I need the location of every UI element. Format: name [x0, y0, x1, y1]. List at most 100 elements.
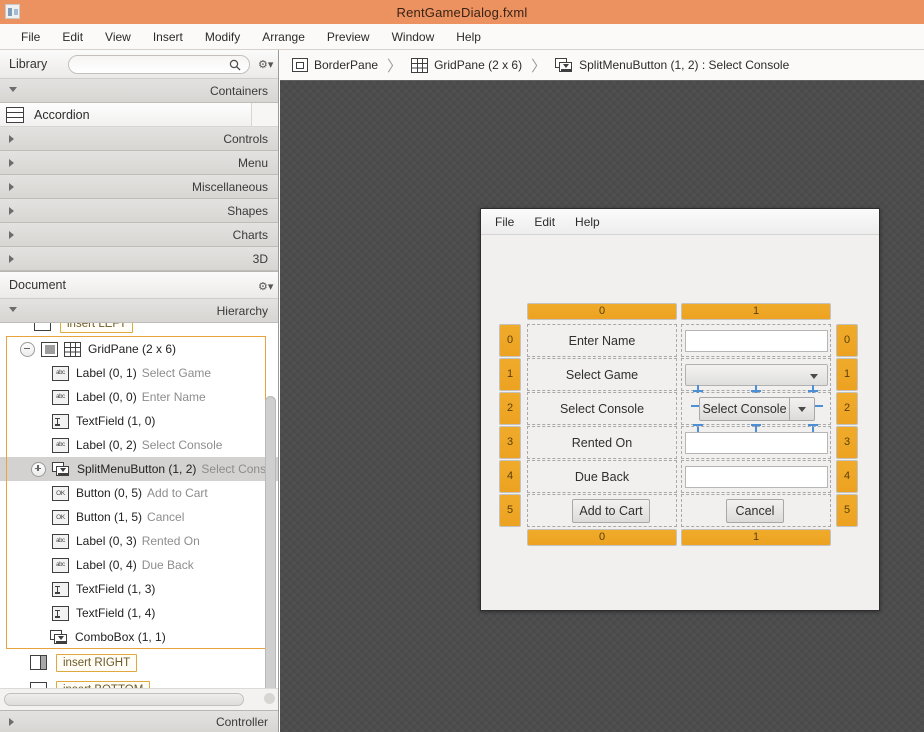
tree-item-button-1-5[interactable]: OK Button (1, 5) Cancel: [0, 505, 278, 529]
tree-item-combobox-1-1[interactable]: ComboBox (1, 1): [0, 625, 278, 649]
chevron-down-icon: [9, 87, 17, 92]
row-header-right-4[interactable]: 4: [836, 460, 858, 493]
menu-help[interactable]: Help: [445, 28, 492, 46]
library-section-controls[interactable]: Controls: [0, 127, 278, 151]
library-section-label: 3D: [252, 251, 268, 266]
chevron-right-icon: [9, 255, 14, 263]
tree-item-splitmenubutton-1-2[interactable]: SplitMenuButton (1, 2) Select Conso: [0, 457, 278, 481]
row-header-right-2[interactable]: 2: [836, 392, 858, 425]
row-header-left-0[interactable]: 0: [499, 324, 521, 357]
menu-insert[interactable]: Insert: [142, 28, 194, 46]
library-item-accordion[interactable]: Accordion: [0, 103, 278, 127]
selection-handle[interactable]: [697, 385, 699, 393]
library-gear-icon[interactable]: ⚙▾: [258, 58, 273, 71]
tree-item-gridpane[interactable]: GridPane (2 x 6): [0, 337, 278, 361]
library-section-menu[interactable]: Menu: [0, 151, 278, 175]
combobox-select-game[interactable]: [684, 363, 828, 386]
tree-item-label-0-0[interactable]: abc Label (0, 0) Enter Name: [0, 385, 278, 409]
collapse-icon[interactable]: [20, 341, 35, 357]
tree-item-textfield-1-0[interactable]: TextField (1, 0): [0, 409, 278, 433]
library-section-containers[interactable]: Containers: [0, 79, 278, 103]
dialog-menu-edit[interactable]: Edit: [534, 215, 555, 229]
tree-item-label-0-2[interactable]: abc Label (0, 2) Select Console: [0, 433, 278, 457]
selection-handle[interactable]: [815, 405, 823, 407]
tree-item-label: Label (0, 0): [76, 390, 137, 404]
tree-insert-left[interactable]: insert LEFT: [0, 323, 278, 337]
expand-icon[interactable]: [31, 461, 46, 477]
menu-modify[interactable]: Modify: [194, 28, 251, 46]
controller-section-header[interactable]: Controller: [0, 710, 278, 732]
row-header-left-5[interactable]: 5: [499, 494, 521, 527]
scrollbar-thumb[interactable]: [4, 693, 244, 706]
menu-window[interactable]: Window: [381, 28, 446, 46]
grid-icon: [64, 341, 81, 357]
splitmenubutton-icon: [555, 57, 573, 73]
row-header-left-1[interactable]: 1: [499, 358, 521, 391]
tree-item-button-0-5[interactable]: OK Button (0, 5) Add to Cart: [0, 481, 278, 505]
library-section-charts[interactable]: Charts: [0, 223, 278, 247]
tree-item-sublabel: Enter Name: [141, 390, 206, 404]
label-icon: abc: [52, 365, 69, 381]
dialog-menu-file[interactable]: File: [495, 215, 514, 229]
menu-view[interactable]: View: [94, 28, 142, 46]
menu-arrange[interactable]: Arrange: [251, 28, 316, 46]
grid-cell-1-3[interactable]: [681, 426, 831, 459]
document-gear-icon[interactable]: ⚙▾: [258, 280, 273, 293]
panel-resize-handle[interactable]: [264, 693, 275, 704]
column-header-bottom-1[interactable]: 1: [681, 529, 831, 546]
hierarchy-section-header[interactable]: Hierarchy: [0, 299, 278, 323]
column-header-top-1[interactable]: 1: [681, 303, 831, 320]
design-canvas[interactable]: File Edit Help 0 1 0 1 2 3 4 5 0 1 2 3 4…: [280, 81, 924, 732]
breadcrumb-item-gridpane[interactable]: GridPane (2 x 6): [411, 57, 522, 73]
tree-item-sublabel: Due Back: [141, 558, 194, 572]
textfield-enter-name[interactable]: [684, 329, 828, 352]
library-section-miscellaneous[interactable]: Miscellaneous: [0, 175, 278, 199]
row-header-right-1[interactable]: 1: [836, 358, 858, 391]
selection-handle[interactable]: [691, 405, 699, 407]
selection-handle[interactable]: [812, 385, 814, 393]
library-search-input[interactable]: [68, 55, 250, 74]
textfield-rented-on[interactable]: [684, 431, 828, 454]
library-section-shapes[interactable]: Shapes: [0, 199, 278, 223]
tree-item-sublabel: Rented On: [141, 534, 200, 548]
menu-edit[interactable]: Edit: [51, 28, 94, 46]
textfield-icon: [52, 605, 69, 621]
chevron-right-icon: [9, 135, 14, 143]
selection-handle[interactable]: [755, 385, 757, 393]
grid-cell-0-2[interactable]: Select Console: [527, 392, 677, 425]
splitmenubutton-dropdown[interactable]: [789, 397, 815, 421]
hierarchy-horizontal-scrollbar[interactable]: [0, 688, 278, 710]
library-section-3d[interactable]: 3D: [0, 247, 278, 271]
tree-insert-right[interactable]: insert RIGHT: [0, 649, 278, 676]
hierarchy-vertical-scrollbar[interactable]: [265, 396, 276, 693]
column-header-top-0[interactable]: 0: [527, 303, 677, 320]
breadcrumb-item-borderpane[interactable]: BorderPane: [292, 58, 378, 72]
grid-cell-1-0[interactable]: [681, 324, 831, 357]
grid-cell-0-4[interactable]: Due Back: [527, 460, 677, 493]
splitmenubutton-select-console[interactable]: Select Console: [699, 397, 815, 421]
tree-item-textfield-1-3[interactable]: TextField (1, 3): [0, 577, 278, 601]
row-header-left-4[interactable]: 4: [499, 460, 521, 493]
grid-cell-0-0[interactable]: Enter Name: [527, 324, 677, 357]
grid-cell-0-3[interactable]: Rented On: [527, 426, 677, 459]
row-header-left-3[interactable]: 3: [499, 426, 521, 459]
row-header-right-5[interactable]: 5: [836, 494, 858, 527]
menu-file[interactable]: File: [10, 28, 51, 46]
breadcrumb-item-splitmenubutton[interactable]: SplitMenuButton (1, 2) : Select Console: [555, 57, 789, 73]
tree-item-label-0-4[interactable]: abc Label (0, 4) Due Back: [0, 553, 278, 577]
column-header-bottom-0[interactable]: 0: [527, 529, 677, 546]
row-header-right-0[interactable]: 0: [836, 324, 858, 357]
tree-item-label-0-1[interactable]: abc Label (0, 1) Select Game: [0, 361, 278, 385]
library-item-grip: [251, 103, 278, 126]
row-header-right-3[interactable]: 3: [836, 426, 858, 459]
grid-cell-1-4[interactable]: [681, 460, 831, 493]
grid-cell-0-1[interactable]: Select Game: [527, 358, 677, 391]
add-to-cart-button[interactable]: Add to Cart: [572, 499, 650, 523]
row-header-left-2[interactable]: 2: [499, 392, 521, 425]
tree-item-textfield-1-4[interactable]: TextField (1, 4): [0, 601, 278, 625]
textfield-due-back[interactable]: [684, 465, 828, 488]
cancel-button[interactable]: Cancel: [726, 499, 784, 523]
tree-item-label-0-3[interactable]: abc Label (0, 3) Rented On: [0, 529, 278, 553]
dialog-menu-help[interactable]: Help: [575, 215, 600, 229]
menu-preview[interactable]: Preview: [316, 28, 381, 46]
